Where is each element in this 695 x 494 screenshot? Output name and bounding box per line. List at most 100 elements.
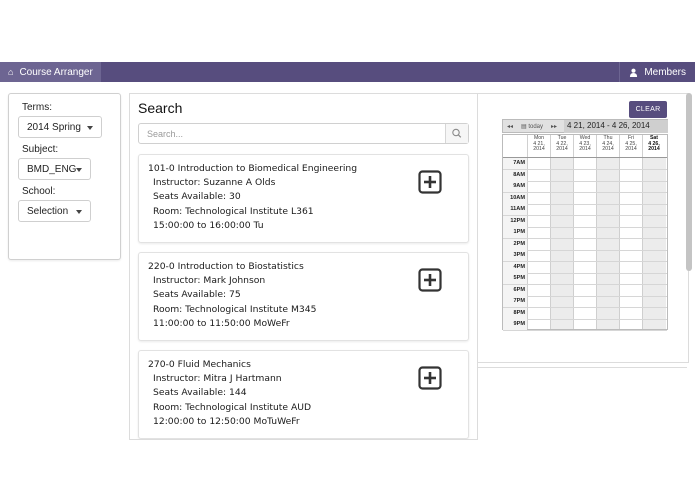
course-time: 12:00:00 to 12:50:00 MoTuWeFr: [153, 416, 300, 427]
course-time: 15:00:00 to 16:00:00 Tu: [153, 220, 264, 231]
add-course-button[interactable]: [418, 170, 442, 194]
calendar-time-label: 12PM: [503, 215, 527, 227]
calendar-day-year: 2014: [533, 146, 545, 153]
calendar-day-shade: [551, 158, 574, 329]
calendar-day-year: 2014: [556, 146, 568, 153]
chevron-down-icon: [76, 168, 82, 172]
course-instructor: Instructor: Mitra J Hartmann: [153, 373, 282, 384]
next-week-button[interactable]: ▸▸: [551, 123, 557, 130]
calendar-column-line: [573, 157, 574, 329]
calendar-time-label: 9PM: [503, 319, 527, 330]
terms-select[interactable]: 2014 Spring: [18, 116, 102, 138]
calendar-day-header: Fri 4 25, 2014: [619, 135, 642, 157]
today-button[interactable]: ▤ today: [521, 123, 543, 130]
calendar-row-line: [503, 226, 667, 228]
calendar-column-line: [596, 157, 597, 329]
calendar-row-line: [503, 180, 667, 182]
calendar-row-line: [503, 284, 667, 285]
calendar-divider: [477, 367, 687, 368]
search-icon: [452, 128, 462, 138]
chevron-down-icon: [76, 210, 82, 214]
home-icon: ⌂: [8, 67, 14, 77]
calendar-time-label: 2PM: [503, 238, 527, 250]
course-time: 11:00:00 to 11:50:00 MoWeFr: [153, 318, 290, 329]
members-link[interactable]: Members: [619, 62, 695, 82]
course-seats: Seats Available: 30: [153, 191, 241, 202]
calendar-row-line: [503, 295, 667, 297]
calendar-day-header: Mon 4 21, 2014: [527, 135, 550, 157]
calendar-time-label: 11AM: [503, 204, 527, 215]
calendar-time-label: 8PM: [503, 307, 527, 319]
calendar-day-header: Sat 4 26, 2014: [642, 135, 665, 157]
subject-select-value: BMD_ENG: [27, 163, 77, 175]
course-seats: Seats Available: 144: [153, 387, 247, 398]
course-title: 220-0 Introduction to Biostatistics: [148, 261, 304, 272]
search-box: [138, 123, 469, 144]
calendar-row-line: [503, 192, 667, 193]
search-button[interactable]: [445, 124, 468, 143]
calendar-time-label: 10AM: [503, 192, 527, 204]
calendar-time-label: 3PM: [503, 250, 527, 261]
members-label: Members: [644, 66, 686, 78]
chevron-down-icon: [87, 126, 93, 130]
page-scrollbar[interactable]: [686, 93, 692, 271]
calendar-row-line: [503, 238, 667, 239]
calendar-day-header: Tue 4 22, 2014: [550, 135, 573, 157]
calendar-time-label: 9AM: [503, 181, 527, 192]
calendar-grid[interactable]: Mon 4 21, 2014 Tue 4 22, 2014 Wed 4 23, 2014 Thu 4…: [502, 134, 668, 331]
calendar-day-year: 2014: [602, 146, 614, 153]
terms-select-value: 2014 Spring: [27, 121, 81, 133]
course-card: 101-0 Introduction to Biomedical Enginee…: [138, 154, 469, 243]
course-title: 101-0 Introduction to Biomedical Enginee…: [148, 163, 358, 174]
course-card: 220-0 Introduction to Biostatistics Inst…: [138, 252, 469, 341]
calendar-row-line: [503, 307, 667, 308]
user-icon: [630, 68, 638, 77]
course-seats: Seats Available: 75: [153, 289, 241, 300]
calendar-row-line: [503, 261, 667, 262]
school-label: School:: [22, 186, 56, 197]
course-instructor: Instructor: Suzanne A Olds: [153, 177, 276, 188]
calendar-row-line: [503, 169, 667, 170]
school-select-value: Selection: [27, 205, 69, 217]
calendar-row-line: [503, 330, 667, 331]
calendar-icon: ▤: [521, 124, 527, 130]
add-course-button[interactable]: [418, 366, 442, 390]
calendar-column-line: [550, 157, 551, 329]
search-title: Search: [138, 100, 183, 116]
calendar-column-line: [619, 157, 620, 329]
calendar-row-line: [503, 203, 667, 205]
calendar-day-year: 2014: [625, 146, 637, 153]
calendar-row-line: [503, 249, 667, 251]
clear-button[interactable]: CLEAR: [629, 101, 667, 118]
calendar-time-label: 6PM: [503, 284, 527, 296]
subject-select[interactable]: BMD_ENG: [18, 158, 91, 180]
course-card: 270-0 Fluid Mechanics Instructor: Mitra …: [138, 350, 469, 439]
search-input[interactable]: [139, 124, 444, 143]
calendar-day-header: Wed 4 23, 2014: [573, 135, 596, 157]
calendar-time-label: 1PM: [503, 227, 527, 238]
calendar-time-label: 4PM: [503, 261, 527, 273]
subject-label: Subject:: [22, 144, 59, 155]
school-select[interactable]: Selection: [18, 200, 91, 222]
calendar-day-header: Thu 4 24, 2014: [596, 135, 619, 157]
add-course-button[interactable]: [418, 268, 442, 292]
calendar-day-year: 2014: [648, 146, 660, 153]
calendar-row-line: [503, 318, 667, 320]
today-label: today: [528, 124, 544, 130]
course-room: Room: Technological Institute M345: [153, 304, 317, 315]
top-navbar: ⌂ Course Arranger Members: [0, 62, 695, 82]
brand-link[interactable]: ⌂ Course Arranger: [0, 62, 101, 82]
calendar-time-label: 7AM: [503, 158, 527, 169]
course-room: Room: Technological Institute L361: [153, 206, 314, 217]
calendar-column-line: [642, 157, 643, 329]
course-room: Room: Technological Institute AUD: [153, 402, 312, 413]
brand-label: Course Arranger: [19, 66, 93, 78]
course-instructor: Instructor: Mark Johnson: [153, 275, 266, 286]
calendar-time-label: 5PM: [503, 273, 527, 284]
calendar-range: 4 21, 2014 - 4 26, 2014: [564, 120, 668, 133]
calendar-day-shade: [597, 158, 620, 329]
search-panel: Search 101-0 Introduction to Biomedical …: [129, 93, 478, 440]
calendar-row-line: [503, 272, 667, 274]
prev-week-button[interactable]: ◂◂: [507, 123, 513, 130]
terms-label: Terms:: [22, 102, 52, 113]
